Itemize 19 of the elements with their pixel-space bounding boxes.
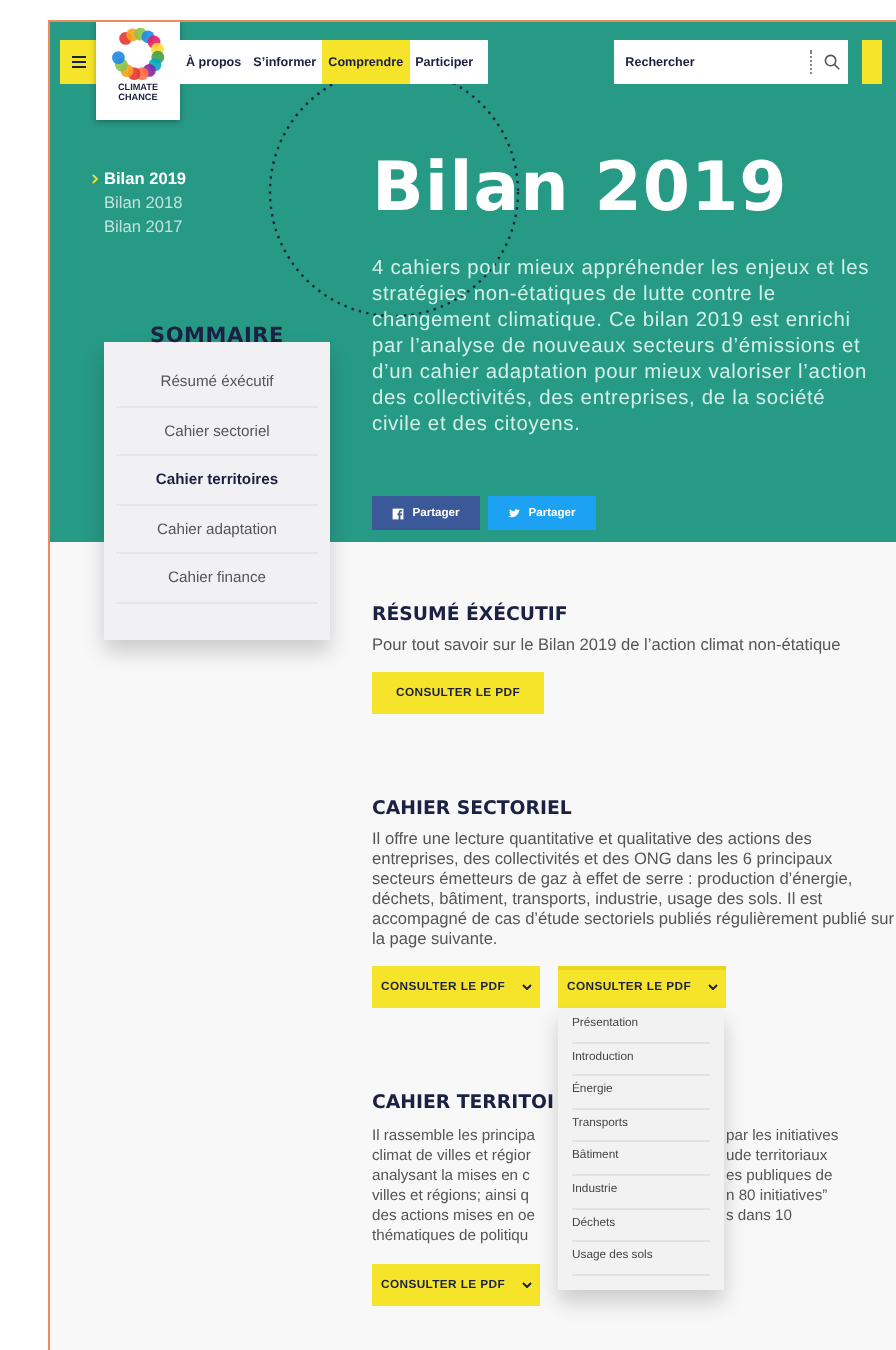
section-heading: CAHIER TERRITOI [372, 1090, 554, 1116]
search-icon[interactable] [823, 54, 840, 70]
section-heading: RÉSUMÉ ÉXÉCUTIF [372, 602, 568, 628]
intro-text: 4 cahiers pour mieux appréhender les enjeux et les stratégies non-étatiques de lutte contre le changement climatique. Ce bilan 2019 est enrichi par l’analyse de nouveaux secteurs d’émissions et d’un cahier adaptation pour mieux valoriser l’action des collectivités, des entreprises, de la société civile et des citoyens. [372, 256, 872, 438]
summary-title: SOMMAIRE [147, 324, 287, 348]
page-title: Bilan 2019 [372, 148, 790, 228]
caret-icon [707, 984, 717, 990]
header-button[interactable] [861, 40, 882, 84]
section-heading: CAHIER SECTORIEL [372, 796, 572, 822]
menu-button[interactable] [60, 40, 96, 84]
facebook-icon [392, 507, 405, 519]
logo-icon [111, 28, 165, 82]
chevron-icon [92, 174, 98, 184]
bird-icon [508, 507, 521, 519]
section-text: Il offre une lecture quantitative et qualitative des actions des entreprises, des collectivités et des ONG dans les 6 principaux secteurs émetteurs de gaz à effet de serre : production d’énergie, déchets, bâtiment, transports, industrie, usage des sols. Il est accompagné de cas d’étude sectoriels publiés régulièrement publié sur la page suivante. [372, 828, 896, 948]
menu-icon [71, 56, 85, 68]
section-text: Pour tout savoir sur le Bilan 2019 de l’action climat non-étatique [372, 634, 843, 654]
caret-icon [521, 984, 531, 990]
caret-icon [521, 1282, 531, 1288]
